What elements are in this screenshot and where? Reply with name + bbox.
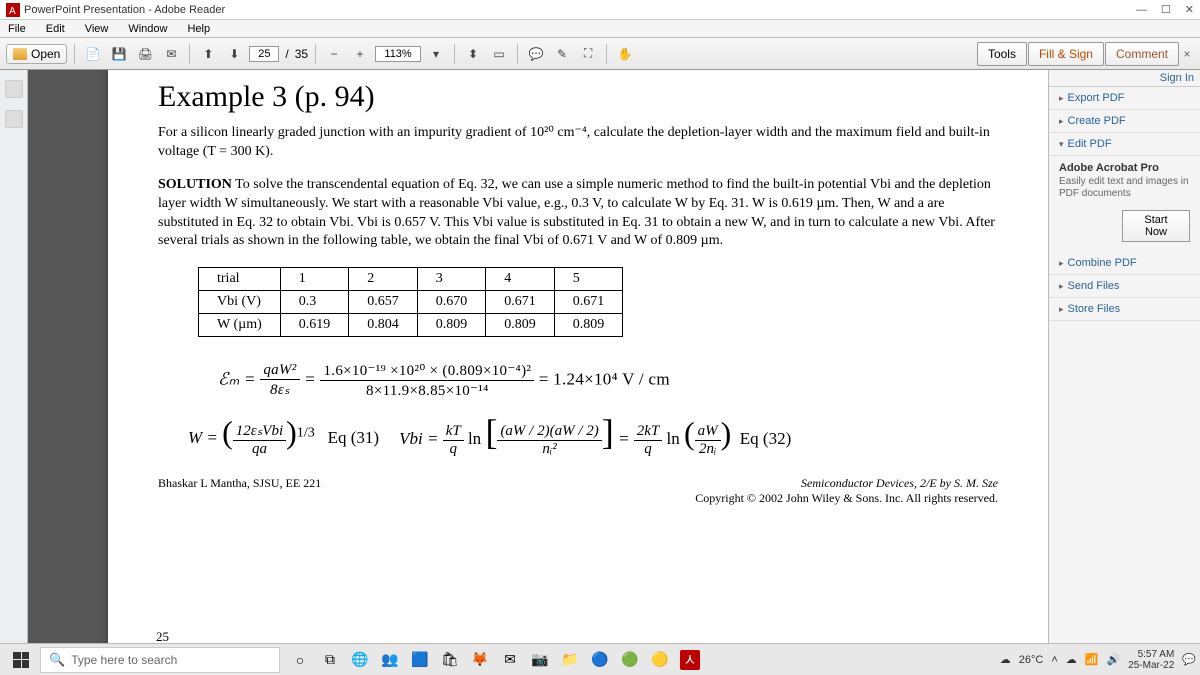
menu-view[interactable]: View <box>81 22 113 36</box>
comment-bubble-icon[interactable]: 💬 <box>525 43 547 65</box>
onedrive-icon[interactable]: ☁ <box>1066 653 1077 666</box>
explorer-icon[interactable]: 📁 <box>558 648 582 672</box>
fit-width-icon[interactable]: ⬍ <box>462 43 484 65</box>
taskbar: 🔍 Type here to search ○ ⧉ 🌐 👥 🟦 🛍 🦊 ✉ 📷 … <box>0 643 1200 675</box>
temperature[interactable]: 26°C <box>1019 654 1044 666</box>
slide-footer: Bhaskar L Mantha, SJSU, EE 221 Semicondu… <box>158 476 998 506</box>
page-down-icon[interactable]: ⬇ <box>223 43 245 65</box>
folder-icon <box>13 48 27 60</box>
windows-icon <box>13 652 29 668</box>
sign-icon[interactable]: ✎ <box>551 43 573 65</box>
menu-edit[interactable]: Edit <box>42 22 69 36</box>
problem-text: For a silicon linearly graded junction w… <box>158 124 998 162</box>
tray-chevron-icon[interactable]: ˄ <box>1051 654 1057 666</box>
email-icon[interactable]: ✉ <box>160 43 182 65</box>
wifi-icon[interactable]: 📶 <box>1085 653 1099 666</box>
zoom-dropdown-icon[interactable]: ▾ <box>425 43 447 65</box>
volume-icon[interactable]: 🔊 <box>1106 653 1120 666</box>
firefox-icon[interactable]: 🦊 <box>468 648 492 672</box>
create-pdf-icon[interactable]: 📄 <box>82 43 104 65</box>
trial-table: trial12345 Vbi (V)0.30.6570.6700.6710.67… <box>198 267 623 337</box>
fit-page-icon[interactable]: ▭ <box>488 43 510 65</box>
taskbar-search[interactable]: 🔍 Type here to search <box>40 647 280 673</box>
start-button[interactable] <box>4 646 38 674</box>
clock[interactable]: 5:57 AM 25-Mar-22 <box>1128 649 1174 671</box>
menu-file[interactable]: File <box>4 22 30 36</box>
weather-icon[interactable]: ☁ <box>1000 653 1011 666</box>
menu-help[interactable]: Help <box>183 22 214 36</box>
edge-icon[interactable]: 🟦 <box>408 648 432 672</box>
footer-left: Bhaskar L Mantha, SJSU, EE 221 <box>158 476 321 506</box>
attachments-icon[interactable] <box>5 110 23 128</box>
cortana-icon[interactable]: ○ <box>288 648 312 672</box>
camera-icon[interactable]: 📷 <box>528 648 552 672</box>
zoom-level[interactable]: 113% <box>375 46 421 62</box>
fill-sign-tab[interactable]: Fill & Sign <box>1028 42 1104 66</box>
page-up-icon[interactable]: ⬆ <box>197 43 219 65</box>
chrome-icon[interactable]: 🌐 <box>348 648 372 672</box>
close-button[interactable]: ✕ <box>1185 3 1194 16</box>
task-view-icon[interactable]: ⧉ <box>318 648 342 672</box>
zoom-in-icon[interactable]: + <box>349 43 371 65</box>
page-current[interactable]: 25 <box>249 46 279 62</box>
minimize-button[interactable]: — <box>1136 4 1147 16</box>
search-icon: 🔍 <box>49 652 65 668</box>
app1-icon[interactable]: 🔵 <box>588 648 612 672</box>
pro-desc: Easily edit text and images in PDF docum… <box>1049 176 1200 206</box>
sign-in-link[interactable]: Sign In <box>1049 70 1200 87</box>
mail-icon[interactable]: ✉ <box>498 648 522 672</box>
document-area[interactable]: Example 3 (p. 94) For a silicon linearly… <box>28 70 1048 653</box>
send-files[interactable]: Send Files <box>1049 275 1200 298</box>
store-icon[interactable]: 🛍 <box>438 648 462 672</box>
tools-pane: Sign In Export PDF Create PDF Edit PDF A… <box>1048 70 1200 653</box>
edit-pdf[interactable]: Edit PDF <box>1049 133 1200 156</box>
adobe-reader-icon[interactable]: 人 <box>678 648 702 672</box>
equation-w-vbi: W = (12εₛVbiqa)1/3 Eq (31) Vbi = kTq ln … <box>188 420 998 458</box>
left-nav-bar <box>0 70 28 653</box>
start-now-button[interactable]: Start Now <box>1122 210 1190 242</box>
maximize-button[interactable]: ☐ <box>1161 3 1171 16</box>
zoom-out-icon[interactable]: − <box>323 43 345 65</box>
pdf-page: Example 3 (p. 94) For a silicon linearly… <box>108 70 1048 653</box>
print-icon[interactable]: 🖨 <box>134 43 156 65</box>
equation-em: ℰₘ = qaW²8εₛ = 1.6×10⁻¹⁹ ×10²⁰ × (0.809×… <box>218 361 998 400</box>
comment-tab[interactable]: Comment <box>1105 42 1179 66</box>
save-icon[interactable]: 💾 <box>108 43 130 65</box>
table-row: trial12345 <box>199 268 623 291</box>
table-row: Vbi (V)0.30.6570.6700.6710.671 <box>199 291 623 314</box>
table-row: W (µm)0.6190.8040.8090.8090.809 <box>199 314 623 337</box>
notifications-icon[interactable]: 💬 <box>1182 653 1196 666</box>
window-title: PowerPoint Presentation - Adobe Reader <box>24 4 1136 16</box>
svg-text:A: A <box>9 6 16 17</box>
app2-icon[interactable]: 🟢 <box>618 648 642 672</box>
app-icon: A <box>6 3 20 17</box>
hand-icon[interactable]: ✋ <box>614 43 636 65</box>
pro-title: Adobe Acrobat Pro <box>1049 156 1200 176</box>
fullscreen-icon[interactable]: ⛶ <box>577 43 599 65</box>
app3-icon[interactable]: 🟡 <box>648 648 672 672</box>
solution-text: SOLUTION To solve the transcendental equ… <box>158 176 998 252</box>
menubar: File Edit View Window Help <box>0 20 1200 38</box>
menu-window[interactable]: Window <box>124 22 171 36</box>
page-title: Example 3 (p. 94) <box>158 80 998 114</box>
tools-tab[interactable]: Tools <box>977 42 1027 66</box>
collapse-pane-icon[interactable]: × <box>1180 47 1194 61</box>
store-files[interactable]: Store Files <box>1049 298 1200 321</box>
page-total: 35 <box>295 47 308 61</box>
create-pdf[interactable]: Create PDF <box>1049 110 1200 133</box>
teams-icon[interactable]: 👥 <box>378 648 402 672</box>
combine-pdf[interactable]: Combine PDF <box>1049 252 1200 275</box>
export-pdf[interactable]: Export PDF <box>1049 87 1200 110</box>
thumbnails-icon[interactable] <box>5 80 23 98</box>
open-button[interactable]: Open <box>6 44 67 64</box>
